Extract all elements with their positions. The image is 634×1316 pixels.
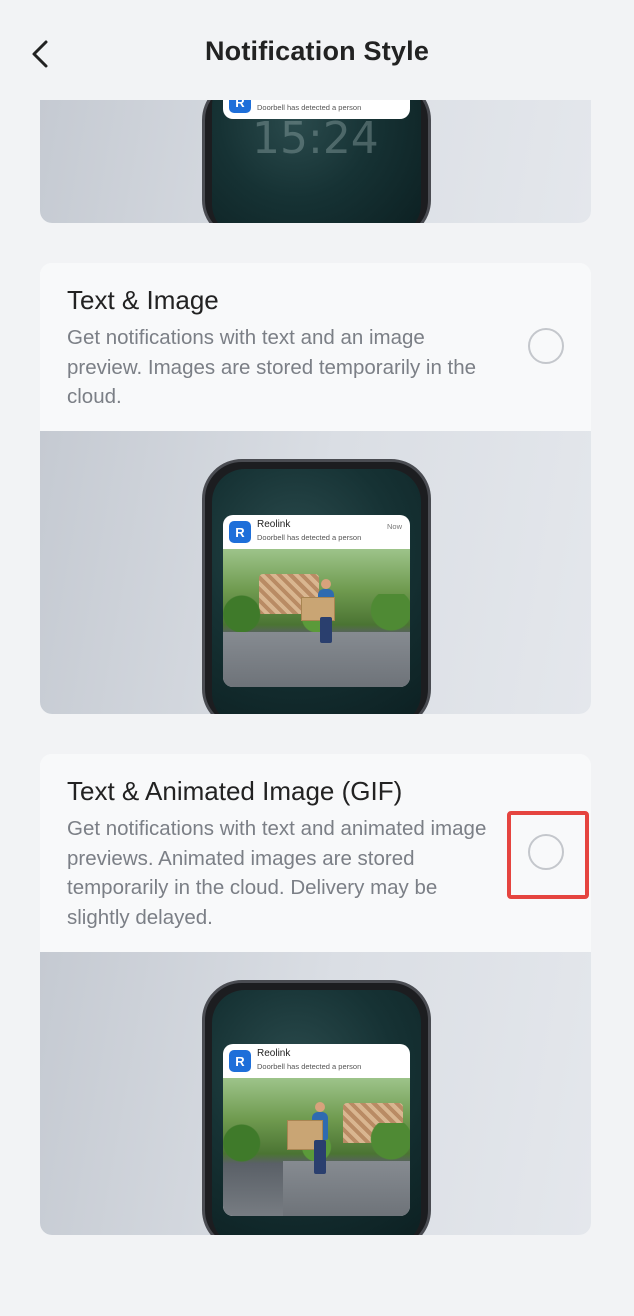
option-description: Get notifications with text and animated… <box>67 817 487 929</box>
notification-app-name: Reolink <box>257 1048 291 1059</box>
preview-panel: R Reolink Doorbell has detected a person <box>40 952 591 1235</box>
option-description: Get notifications with text and an image… <box>67 326 477 408</box>
phone-screen: R Reolink Doorbell has detected a person <box>212 990 421 1235</box>
notification-time: Now <box>386 522 402 531</box>
phone-mockup: 15:24 R Reolink Doorbell has detected a … <box>202 100 431 223</box>
reolink-app-icon: R <box>229 521 251 543</box>
notification-message: Doorbell has detected a person <box>257 533 362 542</box>
notification-time: Now <box>387 100 402 101</box>
clock-text: 15:24 <box>252 113 379 164</box>
phone-mockup: R Reolink Doorbell has detected a person <box>202 980 431 1235</box>
preview-panel: 15:24 R Reolink Doorbell has detected a … <box>40 100 591 223</box>
phone-mockup: R Reolink Doorbell has detected a person… <box>202 459 431 714</box>
notification-banner: R Reolink Doorbell has detected a person <box>223 1044 410 1216</box>
radio-button[interactable] <box>528 328 564 364</box>
reolink-app-icon: R <box>229 100 251 113</box>
notification-message: Doorbell has detected a person <box>257 1062 362 1071</box>
notification-app-name: Reolink <box>257 519 291 530</box>
page-title: Notification Style <box>204 36 430 66</box>
notification-message: Doorbell has detected a person <box>257 103 362 112</box>
phone-screen: R Reolink Doorbell has detected a person… <box>212 469 421 714</box>
phone-screen: 15:24 R Reolink Doorbell has detected a … <box>212 100 421 223</box>
reolink-app-icon: R <box>229 1050 251 1072</box>
option-card-text-image[interactable]: Text & Image Get notifications with text… <box>40 263 591 714</box>
preview-panel: R Reolink Doorbell has detected a person… <box>40 431 591 714</box>
header: Notification Style <box>0 0 634 100</box>
option-title: Text & Image <box>67 285 219 315</box>
highlight-box <box>507 811 589 899</box>
option-card-text-only: 15:24 R Reolink Doorbell has detected a … <box>40 100 591 223</box>
animated-image <box>223 1078 410 1216</box>
option-header: Text & Image Get notifications with text… <box>40 263 591 431</box>
notification-banner: R Reolink Doorbell has detected a person… <box>223 100 410 119</box>
option-title: Text & Animated Image (GIF) <box>67 776 403 806</box>
notification-banner: R Reolink Doorbell has detected a person… <box>223 515 410 687</box>
snapshot-image <box>223 549 410 687</box>
